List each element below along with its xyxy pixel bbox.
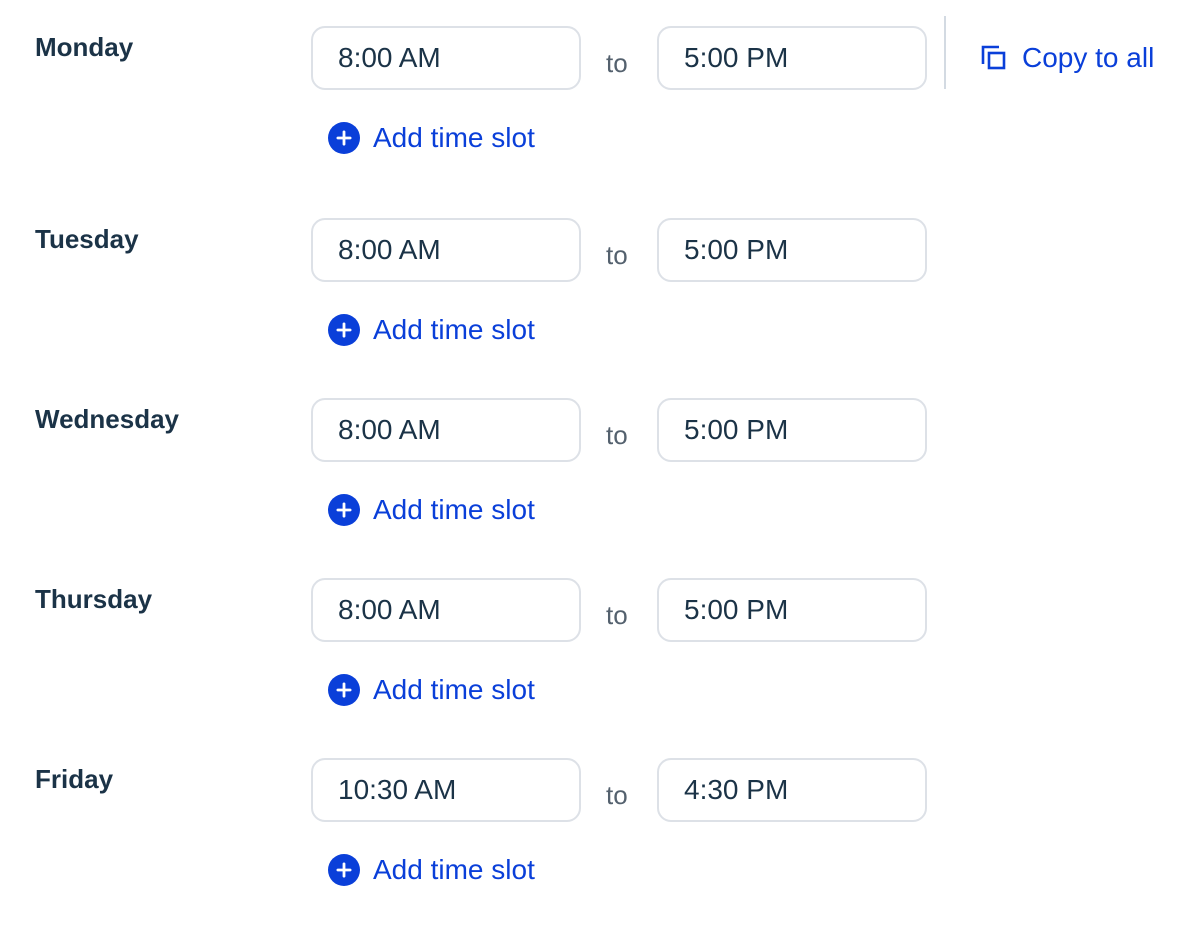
end-time-input-friday[interactable] bbox=[657, 758, 927, 822]
add-time-slot-button-monday[interactable]: Add time slot bbox=[328, 122, 535, 154]
day-label-monday: Monday bbox=[35, 32, 134, 62]
start-time-input-friday[interactable] bbox=[311, 758, 581, 822]
start-time-input-thursday[interactable] bbox=[311, 578, 581, 642]
to-label: to bbox=[606, 420, 628, 450]
plus-circle-icon bbox=[328, 854, 360, 886]
to-label: to bbox=[606, 240, 628, 270]
add-time-slot-label: Add time slot bbox=[373, 854, 535, 885]
day-label-wednesday: Wednesday bbox=[35, 404, 180, 434]
end-time-input-thursday[interactable] bbox=[657, 578, 927, 642]
add-time-slot-label: Add time slot bbox=[373, 494, 535, 525]
copy-icon bbox=[981, 45, 1006, 70]
end-time-input-tuesday[interactable] bbox=[657, 218, 927, 282]
add-time-slot-button-thursday[interactable]: Add time slot bbox=[328, 674, 535, 706]
plus-circle-icon bbox=[328, 122, 360, 154]
plus-circle-icon bbox=[328, 314, 360, 346]
to-label: to bbox=[606, 780, 628, 810]
add-time-slot-button-friday[interactable]: Add time slot bbox=[328, 854, 535, 886]
day-label-tuesday: Tuesday bbox=[35, 224, 139, 254]
to-label: to bbox=[606, 600, 628, 630]
plus-circle-icon bbox=[328, 494, 360, 526]
add-time-slot-button-tuesday[interactable]: Add time slot bbox=[328, 314, 535, 346]
plus-circle-icon bbox=[328, 674, 360, 706]
copy-to-all-button[interactable]: Copy to all bbox=[980, 40, 1154, 76]
start-time-input-wednesday[interactable] bbox=[311, 398, 581, 462]
add-time-slot-label: Add time slot bbox=[373, 122, 535, 153]
to-label: to bbox=[606, 48, 628, 78]
divider bbox=[944, 16, 946, 89]
day-label-thursday: Thursday bbox=[35, 584, 153, 614]
start-time-input-monday[interactable] bbox=[311, 26, 581, 90]
copy-to-all-label: Copy to all bbox=[1022, 42, 1155, 73]
end-time-input-monday[interactable] bbox=[657, 26, 927, 90]
add-time-slot-label: Add time slot bbox=[373, 674, 535, 705]
end-time-input-wednesday[interactable] bbox=[657, 398, 927, 462]
add-time-slot-label: Add time slot bbox=[373, 314, 535, 345]
add-time-slot-button-wednesday[interactable]: Add time slot bbox=[328, 494, 535, 526]
start-time-input-tuesday[interactable] bbox=[311, 218, 581, 282]
day-label-friday: Friday bbox=[35, 764, 114, 794]
